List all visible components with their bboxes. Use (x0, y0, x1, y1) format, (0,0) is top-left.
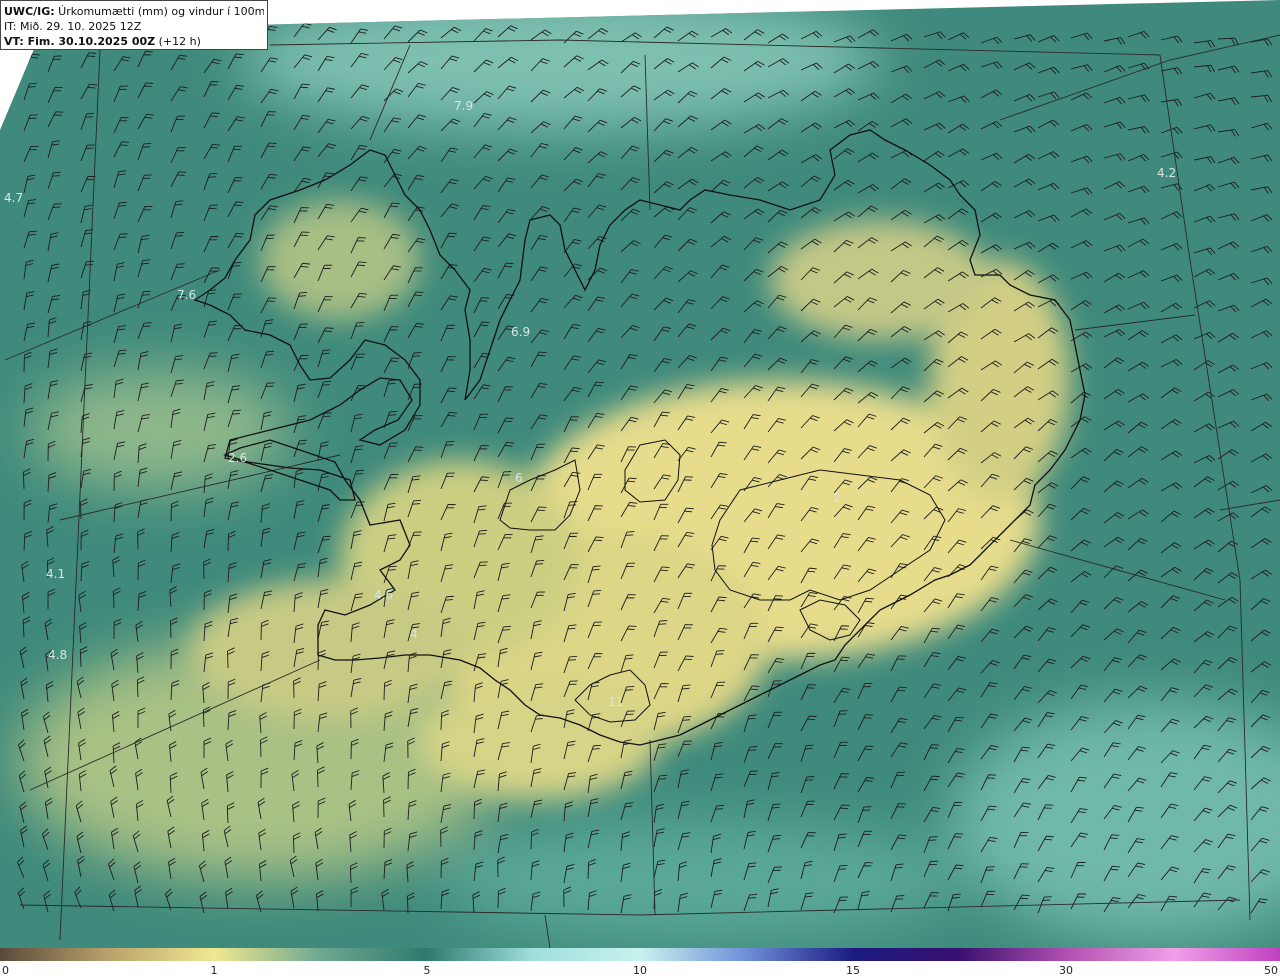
colorbar-tick: 30 (1059, 964, 1073, 977)
point-value: 6 (515, 471, 523, 485)
colorbar-tick: 5 (423, 964, 431, 977)
point-value: 4 (410, 627, 418, 641)
field-blob (440, 820, 960, 940)
field-layer (0, 0, 1280, 948)
field-blob (770, 220, 990, 340)
point-value: 4.2 (1157, 166, 1176, 180)
point-value: 2.6 (228, 451, 247, 465)
point-value: 2 (833, 491, 841, 505)
colorbar-tick: 0 (2, 964, 9, 977)
point-value: 7.9 (454, 99, 473, 113)
field-blob (420, 680, 660, 800)
point-value: 4.6 (374, 588, 393, 602)
colorbar-tick: 10 (633, 964, 647, 977)
valid-time: VT: Fim. 30.10.2025 00Z (+12 h) (4, 34, 264, 49)
point-value: 7.6 (177, 288, 196, 302)
point-value: 4.8 (48, 648, 67, 662)
colorbar: 0 1 5 10 15 30 50 (0, 948, 1280, 978)
valid-time-lead: (+12 h) (155, 35, 201, 48)
precipitation-map[interactable]: 7.9 4.2 4.7 7.6 6.9 2.6 4.1 4.6 4.8 4 6 … (0, 0, 1280, 948)
valid-time-date: VT: Fim. 30.10.2025 00Z (4, 35, 156, 48)
field-blob (260, 200, 420, 320)
point-value: 4.1 (46, 567, 65, 581)
point-value: 6.9 (511, 325, 530, 339)
map-canvas: 7.9 4.2 4.7 7.6 6.9 2.6 4.1 4.6 4.8 4 6 … (0, 0, 1280, 948)
issue-time: IT: Mið. 29. 10. 2025 12Z (4, 20, 142, 33)
colorbar-tick: 1 (210, 964, 218, 977)
map-info-panel: UWC/IG: Úrkomumætti (mm) og vindur í 100… (0, 0, 268, 50)
map-title: UWC/IG: Úrkomumætti (mm) og vindur í 100… (4, 4, 264, 19)
colorbar-strip (0, 948, 1280, 961)
point-value: 11 (608, 695, 623, 709)
colorbar-tick: 50 (1264, 964, 1278, 977)
colorbar-tick: 15 (846, 964, 860, 977)
field-blob (30, 370, 290, 490)
product-title: Úrkomumætti (mm) og vindur í 100m hæð (58, 5, 264, 18)
point-value: 4.7 (4, 191, 23, 205)
product-code: UWC/IG: (4, 5, 55, 18)
